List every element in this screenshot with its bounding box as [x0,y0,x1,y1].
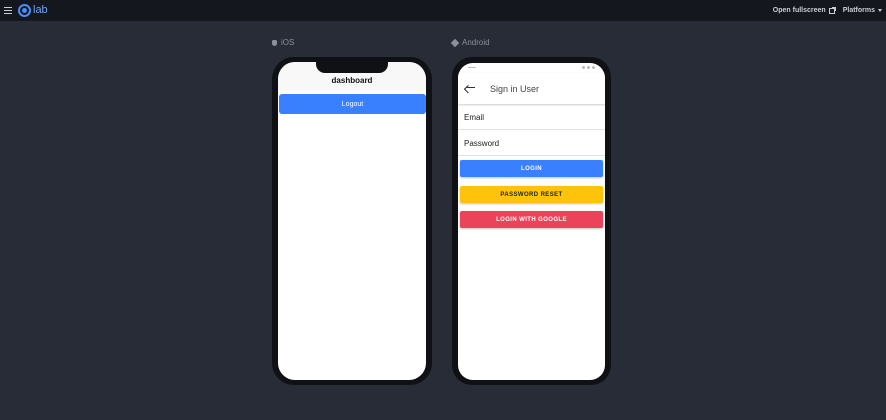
email-input[interactable] [464,113,604,122]
phone-notch [316,62,388,73]
password-input[interactable] [464,139,604,148]
ios-platform-label: iOS [272,38,294,47]
logout-button[interactable]: Logout [279,94,426,114]
top-bar: lab Open fullscreen Platforms [0,0,886,21]
page-title: dashboard [331,76,373,85]
menu-icon[interactable] [4,7,12,14]
ios-label: iOS [281,38,295,47]
open-fullscreen-label: Open fullscreen [772,7,826,14]
ionic-logo-icon [18,3,31,17]
ios-screen: dashboard Logout [278,62,426,380]
open-fullscreen-link[interactable]: Open fullscreen [772,6,836,14]
logo-text: lab [33,4,48,16]
login-button[interactable]: LOGIN [460,160,603,177]
external-link-icon [828,6,836,14]
status-bar [458,63,605,73]
android-toolbar: Sign in User [458,73,605,104]
android-phone-frame: Sign in User LOGIN PASSWORD RESET LOGIN … [452,57,611,385]
page-title: Sign in User [490,84,540,94]
platforms-label: Platforms [842,7,875,14]
status-icons [580,66,595,69]
apple-icon [272,39,277,46]
android-screen: Sign in User LOGIN PASSWORD RESET LOGIN … [458,63,605,380]
password-reset-button[interactable]: PASSWORD RESET [460,186,603,203]
platforms-dropdown[interactable]: Platforms [843,7,882,14]
password-field [458,130,605,156]
chevron-down-icon [878,9,882,12]
android-label: Android [462,38,490,47]
android-platform-label: Android [450,38,490,47]
email-field [458,104,605,130]
status-time-indicator [468,67,476,68]
ionic-lab-logo: lab [18,3,48,17]
ios-phone-frame: dashboard Logout [272,57,432,385]
android-icon [450,38,460,47]
login-with-google-button[interactable]: LOGIN WITH GOOGLE [460,211,603,228]
back-arrow-icon[interactable] [466,87,475,88]
